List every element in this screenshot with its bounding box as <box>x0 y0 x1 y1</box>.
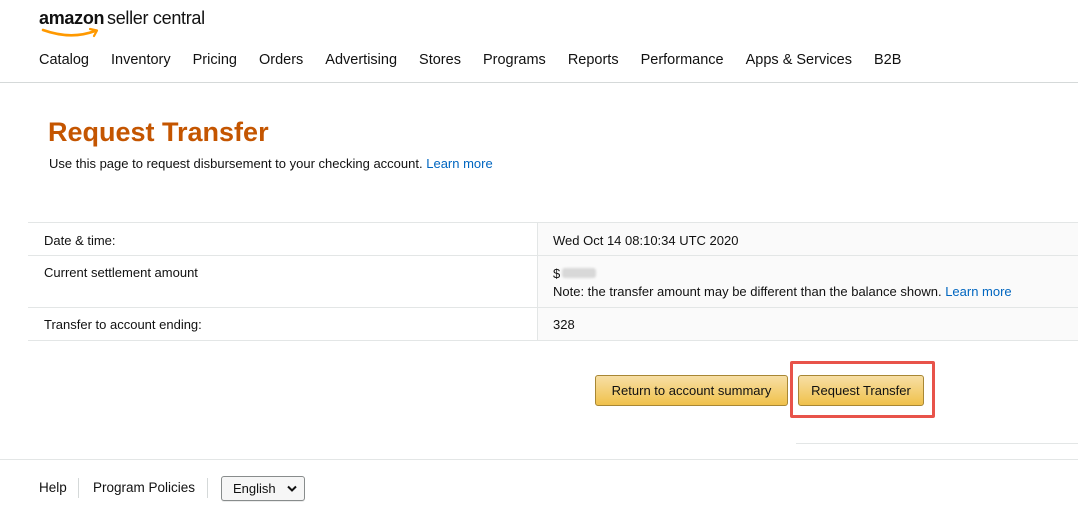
footer-policies-link[interactable]: Program Policies <box>93 480 195 495</box>
chevron-down-icon <box>287 485 297 492</box>
language-select[interactable]: English <box>221 476 305 501</box>
amount-note-text: Note: the transfer amount may be differe… <box>553 284 942 299</box>
account-label: Transfer to account ending: <box>28 308 538 340</box>
nav-reports[interactable]: Reports <box>568 52 619 68</box>
nav-pricing[interactable]: Pricing <box>193 52 237 68</box>
nav-orders[interactable]: Orders <box>259 52 303 68</box>
date-value: Wed Oct 14 08:10:34 UTC 2020 <box>538 223 1078 255</box>
request-transfer-button[interactable]: Request Transfer <box>798 375 924 406</box>
footer: Help Program Policies English <box>0 459 1078 523</box>
amount-label: Current settlement amount <box>28 256 538 307</box>
nav-stores[interactable]: Stores <box>419 52 461 68</box>
divider <box>796 443 1078 444</box>
nav-b2b[interactable]: B2B <box>874 52 901 68</box>
table-row: Current settlement amount $ Note: the tr… <box>28 256 1078 308</box>
nav-apps-services[interactable]: Apps & Services <box>746 52 852 68</box>
amount-cell: $ Note: the transfer amount may be diffe… <box>538 256 1078 307</box>
redacted-amount <box>562 268 597 278</box>
logo-amazon-text: amazon <box>39 8 105 28</box>
note-learn-more-link[interactable]: Learn more <box>945 284 1011 299</box>
nav-performance[interactable]: Performance <box>641 52 724 68</box>
logo-seller-central-text: seller central <box>107 8 205 28</box>
main-nav: Catalog Inventory Pricing Orders Adverti… <box>39 52 923 68</box>
nav-inventory[interactable]: Inventory <box>111 52 171 68</box>
transfer-details-table: Date & time: Wed Oct 14 08:10:34 UTC 202… <box>28 222 1078 341</box>
footer-divider <box>207 478 208 498</box>
subtitle-text: Use this page to request disbursement to… <box>49 156 423 171</box>
page-subtitle: Use this page to request disbursement to… <box>49 156 493 171</box>
footer-help-link[interactable]: Help <box>39 480 67 495</box>
nav-advertising[interactable]: Advertising <box>325 52 397 68</box>
page-title: Request Transfer <box>48 117 269 147</box>
learn-more-link[interactable]: Learn more <box>426 156 492 171</box>
table-row: Transfer to account ending: 328 <box>28 308 1078 341</box>
language-value: English <box>233 481 276 496</box>
date-label: Date & time: <box>28 223 538 255</box>
footer-divider <box>78 478 79 498</box>
table-row: Date & time: Wed Oct 14 08:10:34 UTC 202… <box>28 223 1078 256</box>
nav-programs[interactable]: Programs <box>483 52 546 68</box>
amount-currency: $ <box>553 265 561 281</box>
account-value: 328 <box>538 308 1078 340</box>
nav-catalog[interactable]: Catalog <box>39 52 89 68</box>
amazon-smile-icon <box>41 27 99 38</box>
return-to-summary-button[interactable]: Return to account summary <box>595 375 788 406</box>
header: amazon seller central Catalog Inventory … <box>0 0 1078 83</box>
amount-note: Note: the transfer amount may be differe… <box>553 284 1078 299</box>
